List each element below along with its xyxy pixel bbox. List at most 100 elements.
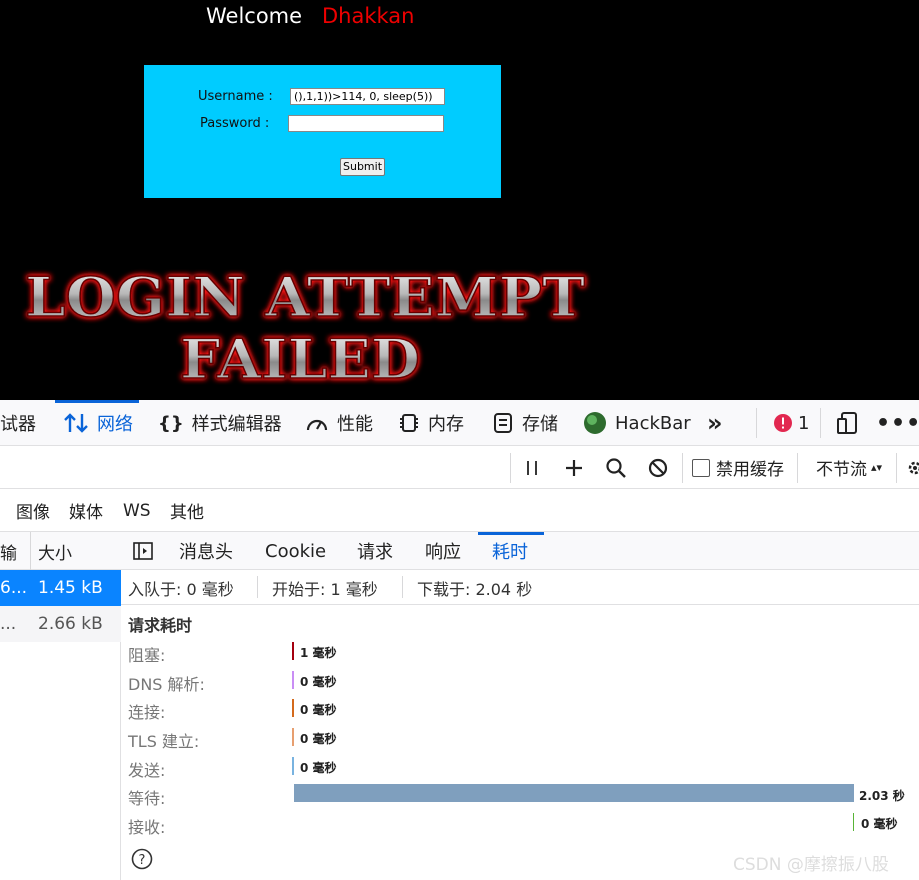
web-page: Welcome Dhakkan Username : (),1,1))>114,…: [0, 0, 919, 400]
tab-network[interactable]: 网络: [55, 400, 139, 446]
timing-bar-wait: [294, 784, 854, 802]
tab-performance-label: 性能: [337, 414, 373, 435]
timing-value-connect: 0 毫秒: [300, 703, 337, 717]
timing-label-blocked: 阻塞:: [128, 646, 166, 665]
row-transferred: 6...: [0, 578, 28, 598]
timing-value-tls: 0 毫秒: [300, 732, 337, 746]
hackbar-icon: [583, 411, 607, 435]
toolbar-divider: [756, 408, 757, 438]
request-type-filters: 图像 媒体 WS 其他: [0, 489, 919, 532]
responsive-design-icon[interactable]: [836, 400, 858, 446]
add-request-icon[interactable]: [564, 446, 584, 489]
timing-summary: 入队于: 0 毫秒 开始于: 1 毫秒 下载于: 2.04 秒: [121, 570, 919, 605]
request-details-panel: 消息头 Cookie 请求 响应 耗时 入队于: 0 毫秒 开始于: 1 毫秒 …: [121, 532, 919, 880]
tab-memory-label: 内存: [428, 414, 464, 435]
disable-cache-label: 禁用缓存: [716, 460, 784, 480]
storage-icon: [492, 412, 514, 434]
help-icon[interactable]: ?: [131, 848, 153, 875]
filter-ws[interactable]: WS: [123, 489, 151, 532]
column-transferred[interactable]: 输: [0, 532, 17, 570]
toggle-sidebar-icon[interactable]: [133, 532, 153, 570]
tab-headers[interactable]: 消息头: [179, 532, 233, 570]
timing-value-blocked: 1 毫秒: [300, 646, 337, 660]
throttle-label: 不节流: [816, 460, 867, 480]
username-input[interactable]: (),1,1))>114, 0, sleep(5)): [290, 88, 445, 105]
disable-cache-checkbox[interactable]: [692, 458, 710, 477]
tab-cookies[interactable]: Cookie: [265, 532, 326, 570]
tab-storage[interactable]: 存储: [492, 400, 558, 446]
downloaded-time: 下载于: 2.04 秒: [417, 579, 533, 599]
queued-time: 入队于: 0 毫秒: [128, 579, 234, 599]
timing-bar-blocked: [292, 642, 294, 660]
timing-bar-receive: [853, 813, 854, 831]
filter-other[interactable]: 其他: [170, 489, 204, 532]
more-options-icon[interactable]: •••: [876, 400, 919, 446]
toolbar-divider: [510, 453, 511, 483]
timing-label-receive: 接收:: [128, 818, 166, 837]
svg-text:?: ?: [139, 853, 146, 868]
tab-storage-label: 存储: [522, 414, 558, 435]
login-form: Username : (),1,1))>114, 0, sleep(5)) Pa…: [144, 65, 501, 198]
error-icon: [774, 414, 792, 432]
tab-style-editor-label: 样式编辑器: [191, 414, 282, 435]
timing-value-dns: 0 毫秒: [300, 675, 337, 689]
braces-icon: {}: [158, 412, 184, 434]
toolbar-divider: [896, 453, 897, 483]
more-tabs-chevron-icon[interactable]: »: [707, 400, 723, 446]
settings-gear-icon[interactable]: [905, 446, 919, 489]
filter-media[interactable]: 媒体: [69, 489, 103, 532]
throttle-select[interactable]: 不节流 ▴▾: [816, 446, 882, 489]
column-size[interactable]: 大小: [38, 532, 72, 570]
filter-images[interactable]: 图像: [16, 489, 50, 532]
tab-hackbar[interactable]: HackBar: [583, 400, 691, 446]
devtools-toolbar: 调试器 网络 {} 样式编辑器 性能 内存 存储 HackBar »: [0, 400, 919, 446]
pause-icon[interactable]: [524, 446, 540, 489]
timing-label-tls: TLS 建立:: [128, 732, 200, 751]
timing-label-connect: 连接:: [128, 703, 166, 722]
gauge-icon: [305, 412, 329, 434]
tab-debugger[interactable]: 调试器: [0, 400, 36, 446]
summary-divider: [402, 576, 403, 598]
row-size: 2.66 kB: [38, 614, 103, 634]
password-input[interactable]: [288, 115, 444, 132]
error-count-button[interactable]: 1: [774, 400, 809, 446]
request-timing-heading: 请求耗时: [128, 616, 193, 635]
toolbar-divider: [820, 408, 821, 438]
timing-label-send: 发送:: [128, 761, 166, 780]
tab-debugger-label: 调试器: [0, 414, 36, 435]
tab-memory[interactable]: 内存: [398, 400, 464, 446]
tab-performance[interactable]: 性能: [305, 400, 373, 446]
failed-text-line2: FAILED: [180, 327, 420, 391]
submit-button[interactable]: Submit: [340, 158, 385, 176]
table-row[interactable]: ... 2.66 kB: [0, 606, 121, 642]
watermark: CSDN @摩擦振八股: [733, 855, 889, 875]
timing-value-send: 0 毫秒: [300, 761, 337, 775]
tab-request[interactable]: 请求: [357, 532, 393, 570]
timing-bar-dns: [292, 671, 294, 689]
tab-timings[interactable]: 耗时: [478, 532, 544, 570]
timing-value-receive: 0 毫秒: [861, 817, 898, 831]
login-failed-banner: LOGIN ATTEMPT FAILED: [24, 264, 586, 392]
timing-value-wait: 2.03 秒: [859, 789, 905, 803]
tab-network-label: 网络: [97, 414, 133, 435]
updown-chevron-icon: ▴▾: [871, 461, 883, 474]
request-list: 输 大小 6... 1.45 kB ... 2.66 kB: [0, 532, 121, 880]
row-size: 1.45 kB: [38, 578, 103, 598]
block-icon[interactable]: [647, 446, 669, 489]
search-icon[interactable]: [605, 446, 627, 489]
row-transferred: ...: [0, 614, 17, 634]
started-time: 开始于: 1 毫秒: [272, 579, 378, 599]
failed-text-line1: LOGIN ATTEMPT: [25, 265, 585, 329]
network-arrows-icon: [63, 412, 89, 434]
timing-bar-tls: [292, 728, 294, 746]
chip-icon: [398, 412, 420, 434]
table-row[interactable]: 6... 1.45 kB: [0, 570, 121, 606]
tab-style-editor[interactable]: {} 样式编辑器: [158, 400, 282, 446]
tab-response[interactable]: 响应: [425, 532, 461, 570]
welcome-username: Dhakkan: [322, 4, 415, 28]
tab-hackbar-label: HackBar: [615, 412, 691, 434]
request-list-header: 输 大小: [0, 532, 121, 570]
summary-divider: [257, 576, 258, 598]
disable-cache-toggle[interactable]: 禁用缓存: [692, 446, 784, 489]
error-count: 1: [798, 412, 810, 434]
